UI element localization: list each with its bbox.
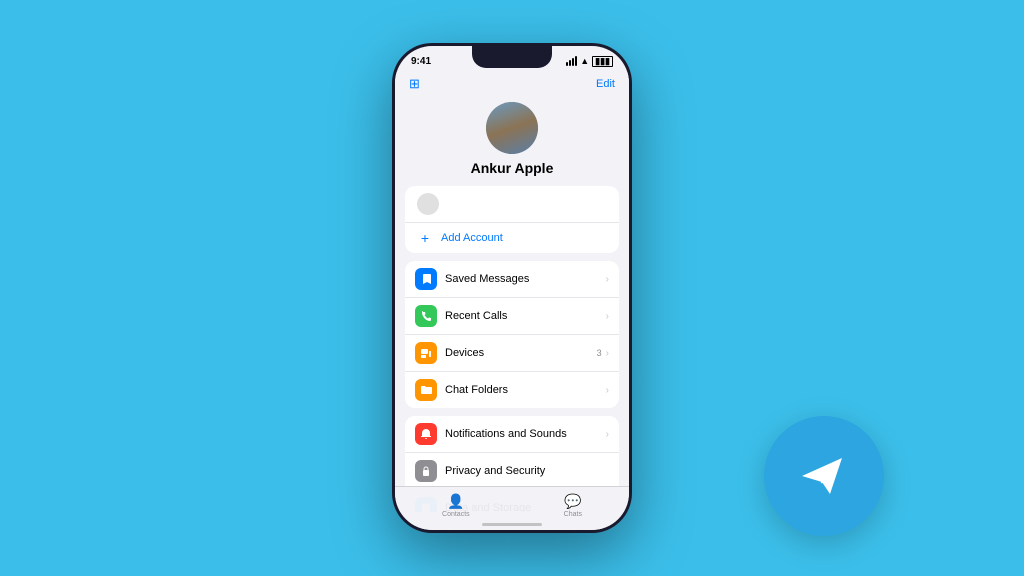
chats-tab-label: Chats <box>564 511 582 518</box>
avatar-image <box>486 102 538 154</box>
chats-tab-icon: 💬 <box>564 493 581 510</box>
add-account-label: Add Account <box>441 232 503 244</box>
recent-calls-chevron: › <box>606 311 609 322</box>
account-item <box>405 186 619 223</box>
phone-screen: 9:41 ▲ ▮▮▮ ⊞ Edit <box>395 46 629 530</box>
menu-item-recent-calls[interactable]: Recent Calls › <box>405 298 619 335</box>
saved-messages-chevron: › <box>606 274 609 285</box>
menu-item-saved-messages[interactable]: Saved Messages › <box>405 261 619 298</box>
status-time: 9:41 <box>411 56 431 67</box>
avatar[interactable] <box>486 102 538 154</box>
notifications-icon <box>415 423 437 445</box>
devices-chevron: › <box>606 348 609 359</box>
battery-icon: ▮▮▮ <box>592 56 613 67</box>
header: ⊞ Edit <box>395 72 629 98</box>
status-icons: ▲ ▮▮▮ <box>566 56 613 67</box>
notch <box>472 46 552 68</box>
phone-frame: 9:41 ▲ ▮▮▮ ⊞ Edit <box>392 43 632 533</box>
privacy-label: Privacy and Security <box>445 465 609 477</box>
saved-messages-label: Saved Messages <box>445 273 606 285</box>
recent-calls-icon <box>415 305 437 327</box>
notifications-label: Notifications and Sounds <box>445 428 606 440</box>
qr-icon[interactable]: ⊞ <box>409 76 420 92</box>
tab-chats[interactable]: 💬 Chats <box>564 493 582 518</box>
contacts-tab-label: Contacts <box>442 511 470 518</box>
telegram-arrow-icon <box>794 446 854 506</box>
add-plus-icon: + <box>417 230 433 246</box>
profile-section: Ankur Apple <box>395 98 629 186</box>
wifi-icon: ▲ <box>580 56 589 66</box>
devices-label: Devices <box>445 347 597 359</box>
chat-folders-label: Chat Folders <box>445 384 606 396</box>
menu-section-1: Saved Messages › Recent Calls › <box>405 261 619 408</box>
account-avatar <box>417 193 439 215</box>
devices-icon <box>415 342 437 364</box>
privacy-icon <box>415 460 437 482</box>
recent-calls-label: Recent Calls <box>445 310 606 322</box>
devices-badge: 3 <box>597 348 602 358</box>
edit-button[interactable]: Edit <box>596 78 615 90</box>
menu-item-privacy[interactable]: Privacy and Security <box>405 453 619 490</box>
screen-content: ⊞ Edit Ankur Apple + Add Account <box>395 72 629 512</box>
menu-item-chat-folders[interactable]: Chat Folders › <box>405 372 619 408</box>
tab-contacts[interactable]: 👤 Contacts <box>442 493 470 518</box>
add-account-row[interactable]: + Add Account <box>405 223 619 253</box>
menu-item-notifications[interactable]: Notifications and Sounds › <box>405 416 619 453</box>
chat-folders-chevron: › <box>606 385 609 396</box>
contacts-tab-icon: 👤 <box>447 493 464 510</box>
home-indicator <box>482 523 542 526</box>
menu-item-devices[interactable]: Devices 3 › <box>405 335 619 372</box>
telegram-logo <box>764 416 884 536</box>
chat-folders-icon <box>415 379 437 401</box>
signal-icon <box>566 56 577 66</box>
saved-messages-icon <box>415 268 437 290</box>
profile-name: Ankur Apple <box>471 160 554 176</box>
notifications-chevron: › <box>606 429 609 440</box>
add-account-section: + Add Account <box>405 186 619 253</box>
